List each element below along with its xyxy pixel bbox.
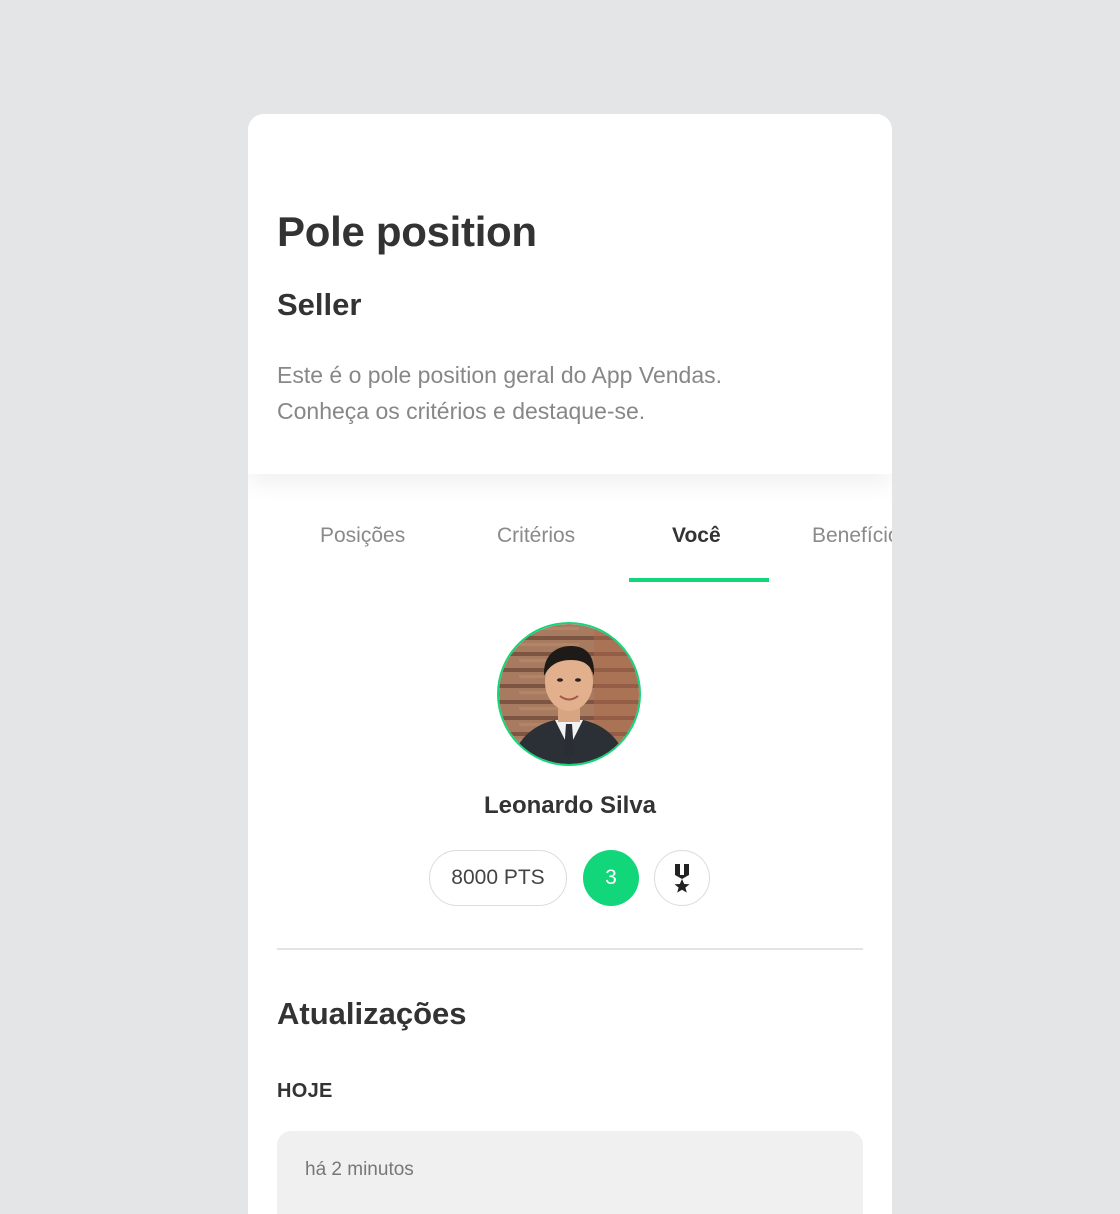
avatar-photo [499,624,639,764]
app-screen: Pole position Seller Este é o pole posit… [248,114,892,1214]
points-badge: 8000 PTS [429,850,567,906]
day-label: HOJE [277,1080,333,1102]
medal-badge[interactable] [654,850,710,906]
page-header: Pole position Seller Este é o pole posit… [248,114,892,474]
section-divider [277,948,863,950]
medal-icon [674,864,690,893]
updates-title: Atualizações [277,996,467,1031]
page-subtitle: Seller [277,287,362,322]
tab-voce[interactable]: Você [672,524,721,582]
description-line: Este é o pole position geral do App Vend… [277,362,722,388]
active-tab-indicator [629,578,769,582]
rank-badge: 3 [583,850,639,906]
user-name: Leonardo Silva [483,792,657,819]
update-time: há 2 minutos [305,1159,414,1180]
page-description: Este é o pole position geral do App Vend… [277,357,867,429]
avatar [497,622,641,766]
tab-beneficios[interactable]: Benefícios [812,524,892,582]
description-line: Conheça os critérios e destaque-se. [277,398,646,424]
tab-criterios[interactable]: Critérios [497,524,575,582]
tab-posicoes[interactable]: Posições [320,524,405,582]
tab-bar: Posições Critérios Você Benefícios [248,498,892,582]
update-card[interactable]: há 2 minutos [277,1131,863,1214]
page-title: Pole position [277,208,537,255]
